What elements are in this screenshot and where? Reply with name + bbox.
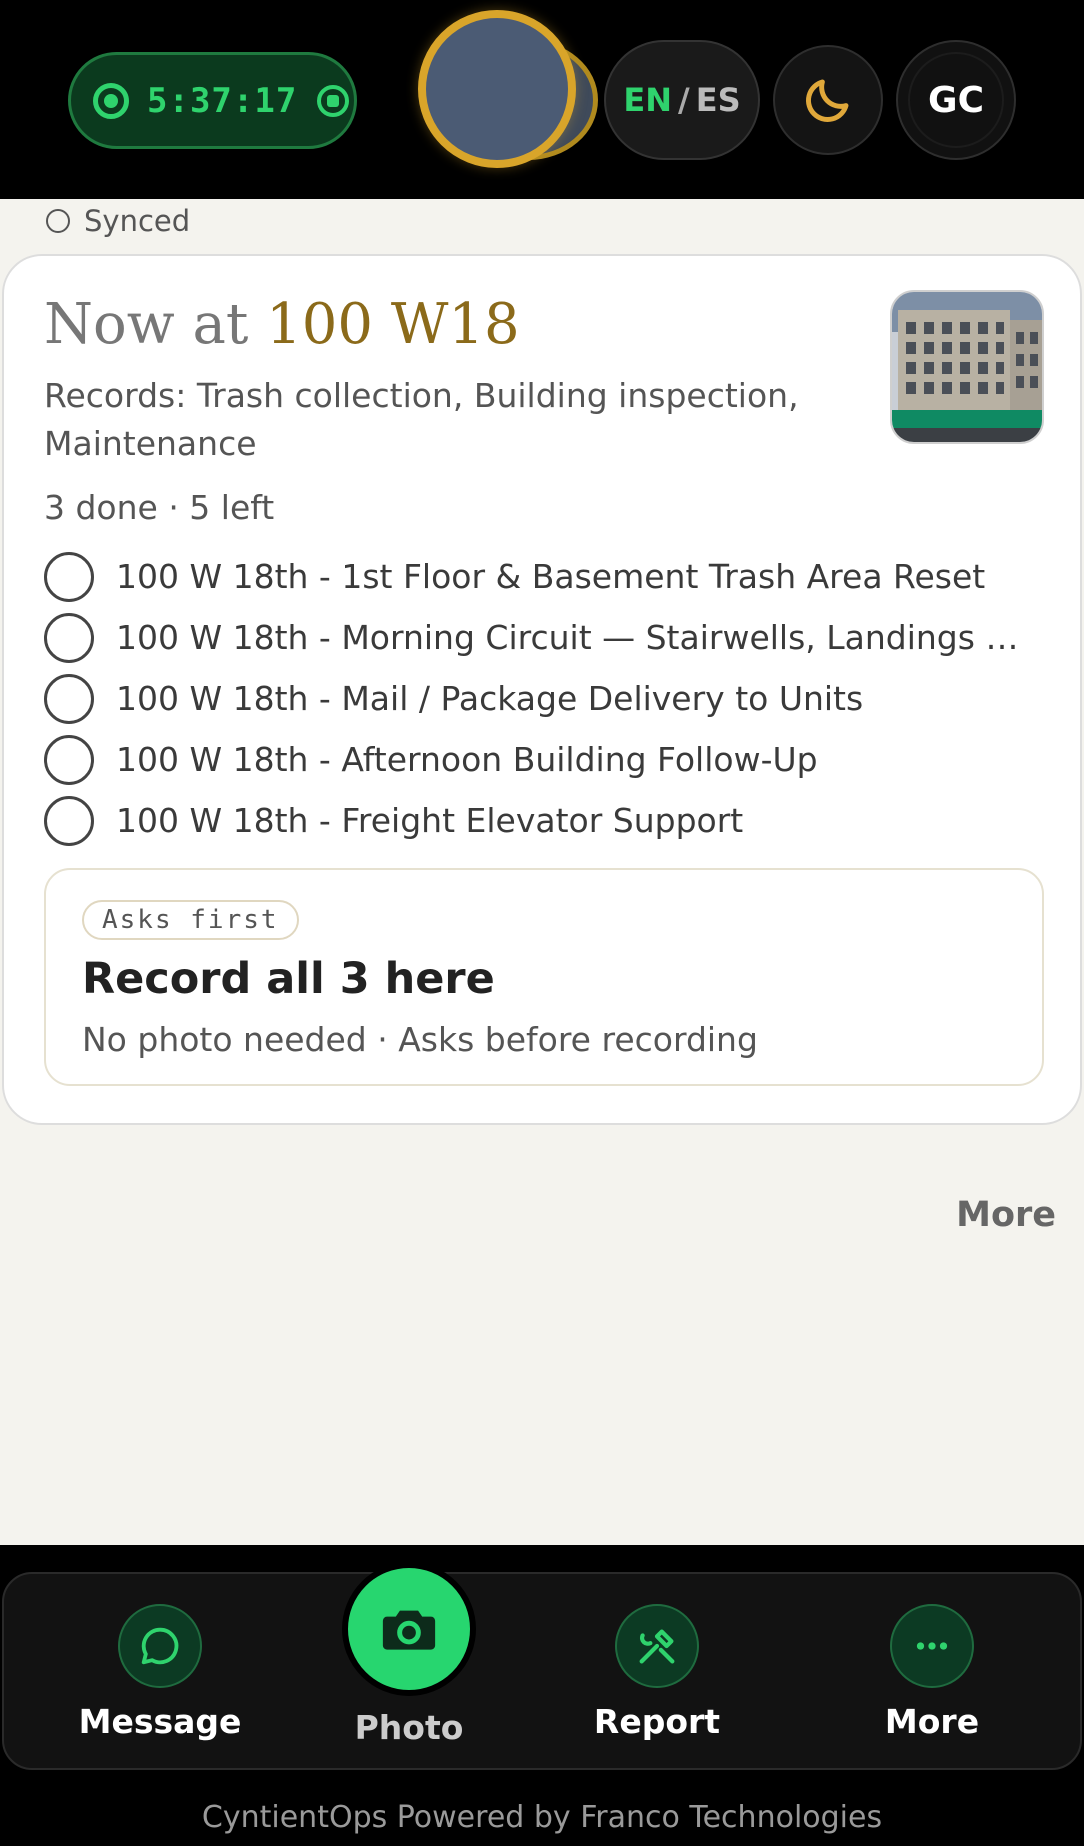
nav-label-report: Report	[593, 1702, 721, 1741]
top-bar: 5:37:17 EN / ES GC	[0, 0, 1084, 199]
task-item[interactable]: 100 W 18th - Mail / Package Delivery to …	[44, 668, 1064, 729]
nav-label-photo: Photo	[354, 1708, 464, 1747]
task-item[interactable]: 100 W 18th - Morning Circuit — Stairwell…	[44, 607, 1064, 668]
footer-credit: CyntientOps Powered by Franco Technologi…	[201, 1800, 883, 1835]
ellipsis-icon	[916, 1642, 948, 1650]
shift-timer: 5:37:17	[147, 80, 298, 121]
location-title-prefix: Now at	[44, 292, 249, 357]
camera-icon	[382, 1610, 436, 1650]
tools-icon	[639, 1629, 675, 1664]
location-title: Now at 100 W18	[44, 292, 520, 357]
language-separator: /	[678, 81, 690, 119]
recording-icon	[93, 82, 129, 119]
worker-avatar-stack[interactable]	[418, 10, 600, 170]
nav-photo[interactable]: Photo	[309, 1562, 509, 1747]
sync-status: Synced	[46, 204, 190, 238]
task-checkbox[interactable]	[44, 673, 94, 724]
task-checkbox[interactable]	[44, 734, 94, 785]
nav-label-message: Message	[78, 1702, 242, 1741]
task-label: 100 W 18th - Morning Circuit — Stairwell…	[116, 618, 1042, 657]
photo-button[interactable]	[342, 1562, 476, 1696]
message-button[interactable]	[118, 1604, 202, 1688]
record-all-subtitle: No photo needed · Asks before recording	[82, 1020, 758, 1059]
nav-message[interactable]: Message	[60, 1604, 260, 1741]
task-label: 100 W 18th - Afternoon Building Follow-U…	[116, 740, 818, 779]
task-progress: 3 done · 5 left	[44, 488, 275, 527]
current-location-card: Now at 100 W18 Records: Trash collection…	[2, 254, 1082, 1125]
chat-bubble-icon	[141, 1627, 179, 1665]
more-link[interactable]: More	[956, 1195, 1056, 1235]
task-checkbox[interactable]	[44, 795, 94, 846]
record-all-action[interactable]: Asks first Record all 3 here No photo ne…	[44, 868, 1044, 1086]
task-checkbox[interactable]	[44, 551, 94, 602]
task-label: 100 W 18th - 1st Floor & Basement Trash …	[116, 557, 986, 596]
sync-status-label: Synced	[84, 204, 191, 238]
language-toggle[interactable]: EN / ES	[604, 40, 760, 160]
task-item[interactable]: 100 W 18th - Freight Elevator Support	[44, 790, 1064, 851]
task-checkbox[interactable]	[44, 612, 94, 663]
building-image	[892, 292, 1042, 442]
task-item[interactable]: 100 W 18th - 1st Floor & Basement Trash …	[44, 546, 1064, 607]
record-all-title: Record all 3 here	[82, 954, 495, 1004]
user-initials: GC	[908, 52, 1004, 148]
task-list: 100 W 18th - 1st Floor & Basement Trash …	[44, 546, 1064, 851]
sync-status-icon	[46, 209, 70, 233]
task-label: 100 W 18th - Freight Elevator Support	[116, 801, 744, 840]
shift-timer-pill[interactable]: 5:37:17	[68, 52, 357, 149]
more-button[interactable]	[890, 1604, 974, 1688]
bottom-nav: Message Photo Report More	[2, 1562, 1082, 1770]
task-item[interactable]: 100 W 18th - Afternoon Building Follow-U…	[44, 729, 1064, 790]
nav-report[interactable]: Report	[557, 1604, 757, 1741]
avatar[interactable]	[418, 10, 576, 168]
records-summary: Records: Trash collection, Building insp…	[44, 376, 799, 463]
language-es: ES	[695, 81, 741, 119]
nav-label-more: More	[884, 1702, 980, 1741]
theme-toggle-button[interactable]	[773, 45, 883, 155]
task-label: 100 W 18th - Mail / Package Delivery to …	[116, 679, 864, 718]
report-button[interactable]	[615, 1604, 699, 1688]
asks-first-badge: Asks first	[82, 900, 299, 940]
stop-icon[interactable]	[317, 84, 350, 117]
building-photo[interactable]	[890, 290, 1044, 444]
language-en: EN	[623, 81, 673, 119]
location-name[interactable]: 100 W18	[266, 292, 520, 357]
nav-more[interactable]: More	[832, 1604, 1032, 1741]
user-menu-button[interactable]: GC	[896, 40, 1016, 160]
moon-icon	[806, 79, 849, 122]
